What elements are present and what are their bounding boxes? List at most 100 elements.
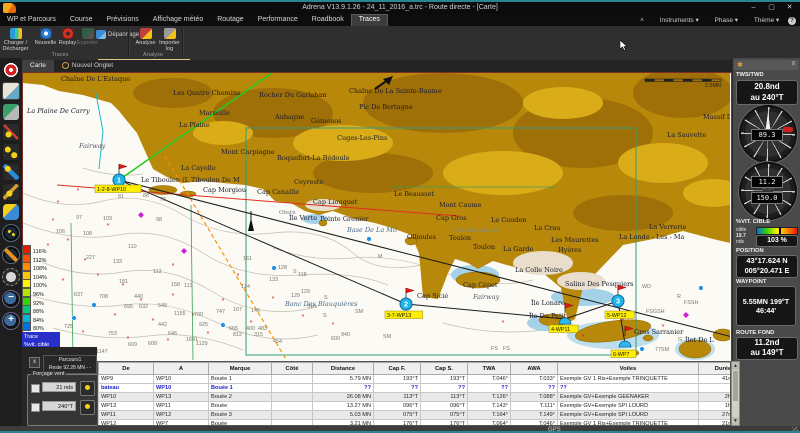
column-header[interactable]: Durée [699,363,732,375]
table-row[interactable]: WP9WP10Bouée 15.79 MN193°T193°TT.046°T.0… [99,375,732,384]
help-button[interactable]: ? [788,17,796,25]
measure-icon[interactable] [2,268,20,286]
svg-text:5-WP12: 5-WP12 [607,313,626,319]
trace-icon[interactable] [3,124,19,140]
sog-cog-gauge[interactable]: 11.2 150.0 [739,162,797,220]
instruments-menu[interactable]: Instruments ▾ [653,17,699,24]
route-legs-table[interactable]: DeAMarqueCôtéDistanceCap F.Cap S.TWAAWAV… [97,361,731,426]
svg-text:Le Tiboulen (L Tiboulen De M: Le Tiboulen (L Tiboulen De M [141,176,240,184]
table-scrollbar[interactable]: ▲ ▼ [731,361,740,426]
move-wp-icon[interactable] [3,184,19,200]
svg-text:Toulon: Toulon [449,234,471,242]
svg-text:Mont Carpiagne: Mont Carpiagne [221,148,275,156]
column-header[interactable]: Voiles [558,363,699,375]
scroll-up-icon[interactable]: ▲ [732,362,739,370]
route-icon[interactable] [3,164,19,180]
svg-text:La Sauvette: La Sauvette [667,131,707,139]
svg-text:*: * [222,298,225,305]
wind-dir-pick-button[interactable] [80,400,95,415]
ribbon-tab-course[interactable]: Course [63,14,100,26]
table-row[interactable]: bateauWP10Bouée 1????????????— [99,384,732,393]
svg-text:La Garde: La Garde [503,245,534,253]
scroll-thumb[interactable] [733,371,738,401]
svg-text:181: 181 [119,279,128,285]
svg-text:637: 637 [74,292,83,298]
zoom-in-icon[interactable]: + [2,312,20,330]
app-window: Adrena V13.9.1.26 - 24_11_2016_a.trc - R… [0,0,800,433]
phase-menu[interactable]: Phase ▾ [708,17,739,24]
waypoints-icon[interactable] [3,144,19,160]
ribbon-tab-affichage-m-t-o[interactable]: Affichage météo [146,14,210,26]
scroll-down-icon[interactable]: ▼ [732,417,739,425]
column-header[interactable]: De [99,363,154,375]
theme-menu[interactable]: Thème ▾ [747,17,779,24]
ribbon-tab-performance[interactable]: Performance [251,14,305,26]
wind-speed-pick-button[interactable] [80,381,95,396]
svg-text:1147: 1147 [96,349,108,355]
column-header[interactable]: Distance [313,363,374,375]
waypoint-widget[interactable]: 5.55MN 199°T46:44' [736,286,796,326]
table-row[interactable]: WP11WP12Bouée 35.03 MN075°T075°TT.164°T.… [99,411,732,420]
eraser-icon[interactable] [3,204,19,220]
nautical-chart[interactable]: ****************************** 818870971… [23,73,730,360]
table-row[interactable]: WP13WP11Bouée13.27 MN096°T096°TT.143°T.1… [99,402,732,411]
mob-icon[interactable] [3,62,19,78]
close-parcours-button[interactable]: x [29,357,40,368]
chart-icon[interactable] [2,82,20,100]
svg-text:812: 812 [233,332,242,338]
import-log-button[interactable]: Importerlog [156,27,183,51]
svg-text:113: 113 [184,283,193,289]
analyse-button[interactable]: Analyse [132,27,159,51]
resize-grip[interactable] [792,427,798,433]
load-unload-button[interactable]: Charger /Décharger [2,27,29,51]
tws-twd-widget[interactable]: 20.8ndau 240°T [736,80,798,105]
cog-readout: 150.0 [751,192,783,204]
route-fond-widget[interactable]: 11.2ndau 149°T [736,337,798,360]
svg-text:La Colle Noire: La Colle Noire [515,266,563,274]
wind-dir-field[interactable]: 240°T [42,401,76,411]
zoom-out-icon[interactable]: − [2,290,20,308]
svg-text:Cap Liouquet: Cap Liouquet [313,198,358,206]
wind-dir-checkbox[interactable] [31,403,40,412]
maximize-button[interactable]: ▢ [767,4,776,12]
column-header[interactable]: Cap F. [374,363,421,375]
table-row[interactable]: WP10WP13Bouée 226.08 MN113°T113°TT.126°T… [99,393,732,402]
export-icon [82,28,94,39]
svg-text:*: * [114,313,117,320]
close-button[interactable]: ✕ [785,4,794,12]
svg-text:Pointe Grenier: Pointe Grenier [320,215,369,223]
wind-speed-checkbox[interactable] [31,384,40,393]
column-header[interactable]: A [154,363,209,375]
svg-text:70: 70 [160,197,166,203]
svg-text:442: 442 [158,322,167,328]
wind-speed-field[interactable]: 21 nds [42,382,76,392]
wind-angle-gauge[interactable]: 89.3 [739,105,797,163]
column-header[interactable]: TWA [468,363,511,375]
ribbon-tab-pr-visions[interactable]: Prévisions [99,14,145,26]
svg-text:Mont Caume: Mont Caume [439,201,482,209]
minimize-button[interactable]: – [749,4,758,12]
legend-band: 112% [22,254,62,263]
collapse-ribbon-icon[interactable]: ˄ [640,17,644,24]
ribbon-tab-roadbook[interactable]: Roadbook [305,14,351,26]
ribbon-tab-routage[interactable]: Routage [210,14,250,26]
svg-text:La Plaine: La Plaine [179,121,210,129]
ribbon-tab-wp-et-parcours[interactable]: WP et Parcours [0,14,63,26]
panel-menu-icon[interactable]: ≡ [791,61,795,67]
svg-text:*: * [502,320,505,327]
radar-icon[interactable] [2,224,20,242]
compass-icon[interactable] [2,246,20,264]
column-header[interactable]: Marque [209,363,272,375]
column-header[interactable]: Côté [272,363,313,375]
position-widget[interactable]: 43°17.624 N005°20.471 E [736,255,798,278]
tab-nouvel-onglet[interactable]: Nouvel Onglet [54,60,121,72]
chart-area[interactable]: ****************************** 818870971… [22,72,732,362]
svg-text:Banc Des Blauquières: Banc Des Blauquières [284,300,358,308]
svg-text:646: 646 [168,331,177,337]
tab-carte[interactable]: Carte [22,60,54,72]
ribbon-tab-traces[interactable]: Traces [351,14,388,26]
instruments-icon[interactable] [3,104,19,120]
gear-icon[interactable]: ✱ [737,61,743,69]
column-header[interactable]: Cap S. [421,363,468,375]
column-header[interactable]: AWA [511,363,558,375]
